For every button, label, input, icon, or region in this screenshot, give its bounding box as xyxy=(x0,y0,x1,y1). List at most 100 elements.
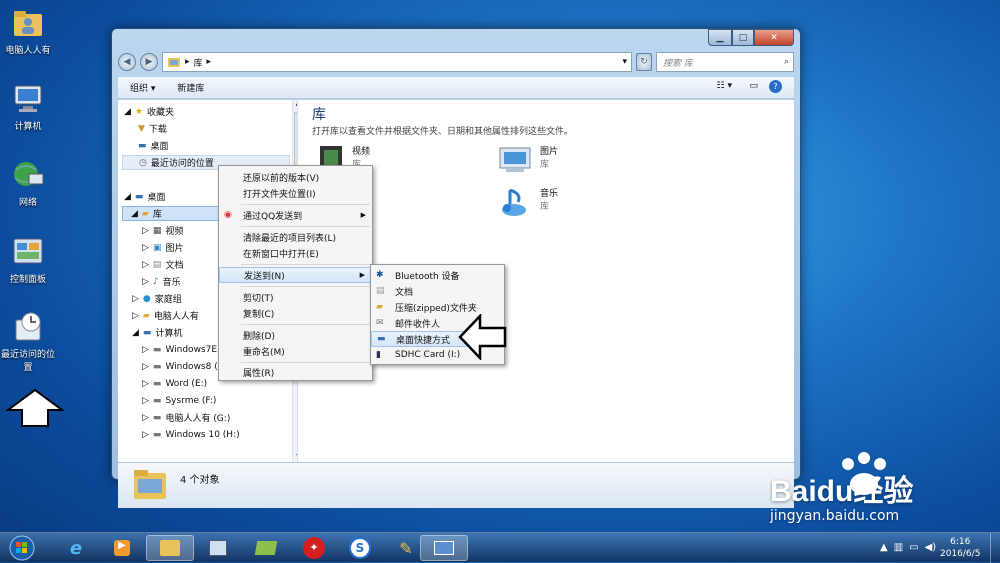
help-icon[interactable]: ? xyxy=(769,80,782,93)
nav-drive[interactable]: ▷ ▬ Windows8 (D xyxy=(142,359,225,374)
collapse-arrow-icon: ▷ xyxy=(142,412,149,423)
nav-drive[interactable]: ▷ ▬ Word (E:) xyxy=(142,376,207,391)
taskbar-sogou[interactable]: S xyxy=(336,535,384,561)
sd-card-icon: ▮ xyxy=(376,350,381,360)
nav-user[interactable]: ▷ ▰ 电脑人人有 xyxy=(132,308,199,323)
control-panel-icon xyxy=(209,540,227,556)
baidu-watermark: Baidu经验 jingyan.baidu.com xyxy=(770,452,913,524)
new-library-button[interactable]: 新建库 xyxy=(177,81,204,94)
battery-icon[interactable]: ▭ xyxy=(909,542,918,553)
drive-icon: ▬ xyxy=(152,395,162,406)
show-desktop-button[interactable] xyxy=(990,533,1000,563)
desktop-icon-network[interactable]: 网络 xyxy=(0,158,56,208)
library-item-music[interactable]: 音乐库 xyxy=(498,186,558,218)
paw-icon xyxy=(842,452,886,495)
sendto-bluetooth[interactable]: ✱ Bluetooth 设备 xyxy=(371,267,504,283)
network-tray-icon[interactable]: ▥ xyxy=(894,542,903,553)
sendto-documents[interactable]: ▤ 文档 xyxy=(371,283,504,299)
nav-drive[interactable]: ▷ ▬ Windows 10 (H:) xyxy=(142,427,240,442)
collapse-arrow-icon: ▷ xyxy=(132,293,139,304)
desktop-icon-recent-places[interactable]: 最近访问的位置 xyxy=(0,310,56,373)
desktop-icon-control-panel[interactable]: 控制面板 xyxy=(0,235,56,285)
system-tray: ▲ ▥ ▭ ◀) xyxy=(880,542,936,553)
breadcrumb[interactable]: 库 xyxy=(194,56,203,69)
nav-downloads[interactable]: ▼ 下载 xyxy=(138,121,167,136)
desktop-icon: ▬ xyxy=(377,334,386,344)
nav-pictures[interactable]: ▷ ▣ 图片 xyxy=(142,240,183,255)
music-icon: ♪ xyxy=(152,276,159,287)
taskbar-ie[interactable]: e xyxy=(52,535,100,561)
view-options-icon[interactable]: ☷ ▾ xyxy=(717,81,732,91)
collapse-arrow-icon: ▷ xyxy=(132,310,139,321)
back-button[interactable]: ◀ xyxy=(118,53,136,71)
taskbar-app[interactable] xyxy=(242,535,290,561)
expand-arrow-icon: ◢ xyxy=(124,191,131,202)
nav-documents[interactable]: ▷ ▤ 文档 xyxy=(142,257,183,272)
nav-drive[interactable]: ▷ ▬ 电脑人人有 (G:) xyxy=(142,410,230,425)
library-icon xyxy=(168,58,180,67)
nav-homegroup[interactable]: ▷ ● 家庭组 xyxy=(132,291,182,306)
taskbar-media-player[interactable]: ▶ xyxy=(98,535,146,561)
menu-send-to[interactable]: 发送到(N) ▶ xyxy=(219,267,372,283)
star-icon: ★ xyxy=(134,106,143,117)
refresh-button[interactable]: ↻ xyxy=(636,53,652,71)
address-bar[interactable]: ▸ 库 ▸ ▾ xyxy=(162,52,632,72)
submenu-arrow-icon: ▶ xyxy=(360,211,366,219)
organize-button[interactable]: 组织 ▾ xyxy=(130,81,155,94)
menu-delete[interactable]: 删除(D) xyxy=(219,327,372,343)
nav-music[interactable]: ▷ ♪ 音乐 xyxy=(142,274,181,289)
nav-desktop-fav[interactable]: ▬ 桌面 xyxy=(138,138,169,153)
menu-restore-versions[interactable]: 还原以前的版本(V) xyxy=(219,169,372,185)
menu-send-via-qq[interactable]: ◉ 通过QQ发送到 ▶ xyxy=(219,207,372,223)
menu-rename[interactable]: 重命名(M) xyxy=(219,343,372,359)
tray-arrow-icon[interactable]: ▲ xyxy=(880,542,888,553)
context-menu[interactable]: 还原以前的版本(V) 打开文件夹位置(I) ◉ 通过QQ发送到 ▶ 清除最近的项目… xyxy=(218,165,373,381)
desktop-icon-user[interactable]: 电脑人人有 xyxy=(0,6,56,56)
start-button[interactable] xyxy=(2,533,42,563)
expand-arrow-icon: ◢ xyxy=(124,106,131,117)
desktop-icon-computer[interactable]: 计算机 xyxy=(0,82,56,132)
collapse-arrow-icon: ▷ xyxy=(142,225,149,236)
taskbar-chess[interactable]: ✦ xyxy=(290,535,338,561)
window-icon xyxy=(434,541,454,555)
taskbar-explorer[interactable] xyxy=(146,535,194,561)
menu-open-new-window[interactable]: 在新窗口中打开(E) xyxy=(219,245,372,261)
close-button[interactable]: ✕ xyxy=(754,29,794,46)
nav-favorites[interactable]: ◢ ★ 收藏夹 xyxy=(124,104,174,119)
breadcrumb-chevron-icon: ▸ xyxy=(206,57,212,67)
library-large-icon xyxy=(134,470,166,499)
maximize-button[interactable]: □ xyxy=(732,29,754,46)
nav-drive[interactable]: ▷ ▬ Windows7E (C xyxy=(142,342,230,357)
up-arrow-annotation xyxy=(6,388,64,427)
window-controls: ▁ □ ✕ xyxy=(708,29,794,46)
menu-open-folder-location[interactable]: 打开文件夹位置(I) xyxy=(219,185,372,201)
menu-copy[interactable]: 复制(C) xyxy=(219,305,372,321)
menu-cut[interactable]: 剪切(T) xyxy=(219,289,372,305)
address-chevron-icon: ▸ xyxy=(185,57,190,67)
recent-places-icon xyxy=(15,312,41,341)
left-arrow-annotation xyxy=(458,314,507,360)
menu-clear-recent[interactable]: 清除最近的项目列表(L) xyxy=(219,229,372,245)
nav-desktop[interactable]: ◢ ▬ 桌面 xyxy=(124,189,165,204)
library-item-pictures[interactable]: 图片库 xyxy=(498,144,558,174)
explorer-window[interactable]: ▁ □ ✕ ◀ ▶ ▸ 库 ▸ ▾ ↻ 搜索 库 ⌕ 组织 ▾ 新建库 ☷ ▾ … xyxy=(111,28,801,508)
drive-icon: ▬ xyxy=(152,378,162,389)
search-input[interactable]: 搜索 库 ⌕ xyxy=(656,52,794,72)
forward-button[interactable]: ▶ xyxy=(140,53,158,71)
minimize-button[interactable]: ▁ xyxy=(708,29,732,46)
nav-videos[interactable]: ▷ ▦ 视频 xyxy=(142,223,183,238)
taskbar-control-panel[interactable] xyxy=(194,535,242,561)
picture-library-icon xyxy=(499,147,531,172)
zip-folder-icon: ▰ xyxy=(376,302,383,312)
nav-libraries[interactable]: ◢ ▰ 库 xyxy=(122,206,222,221)
nav-computer[interactable]: ◢ ▬ 计算机 xyxy=(132,325,182,340)
menu-properties[interactable]: 属性(R) xyxy=(219,364,372,380)
volume-icon[interactable]: ◀) xyxy=(925,542,937,553)
sendto-zip[interactable]: ▰ 压缩(zipped)文件夹 xyxy=(371,299,504,315)
preview-pane-icon[interactable]: ▭ xyxy=(749,81,758,91)
taskbar-window[interactable] xyxy=(420,535,468,561)
clock[interactable]: 6:16 2016/6/5 xyxy=(940,536,980,560)
nav-drive[interactable]: ▷ ▬ Sysrme (F:) xyxy=(142,393,216,408)
collapse-arrow-icon: ▷ xyxy=(142,242,149,253)
address-dropdown-icon[interactable]: ▾ xyxy=(622,57,631,67)
